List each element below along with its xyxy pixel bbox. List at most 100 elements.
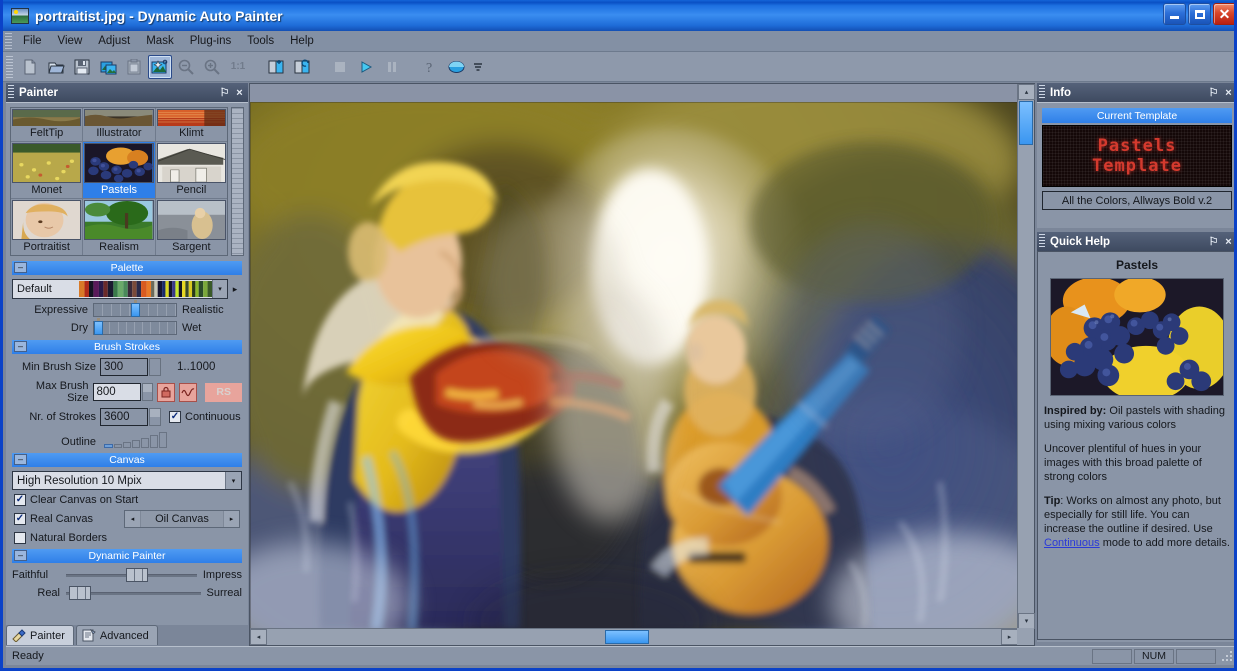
canvas-type-prev-button[interactable]: ◂ [125,511,140,527]
canvas-horizontal-scrollbar[interactable]: ◂ ▸ [250,628,1018,645]
menu-mask[interactable]: Mask [138,33,181,49]
dry-slider-thumb[interactable] [94,321,103,335]
scroll-down-button[interactable]: ▾ [1018,613,1035,629]
continuous-checkbox-row[interactable]: ✓ Continuous [169,411,241,423]
zoom-in-button[interactable] [200,55,224,79]
quick-help-drag-grip[interactable] [1039,234,1045,249]
canvas-resolution-combobox[interactable]: High Resolution 10 Mpix ▾ [12,471,242,490]
real-surreal-slider[interactable] [66,592,201,595]
template-item-pastels[interactable]: Pastels [83,142,154,198]
menu-adjust[interactable]: Adjust [90,33,138,49]
canvas-viewport[interactable] [250,84,1018,629]
max-brush-size-input[interactable] [93,383,141,401]
window-resize-grip[interactable] [1221,649,1235,663]
faithful-slider-thumb[interactable] [126,568,148,582]
quick-help-close-icon[interactable]: × [1222,234,1235,249]
new-file-button[interactable] [18,55,42,79]
palette-next-button[interactable]: ▸ [228,284,242,295]
play-button[interactable] [354,55,378,79]
pin-icon[interactable]: ⚐ [218,85,231,100]
menu-drag-grip[interactable] [5,33,12,50]
toolbar-drag-grip[interactable] [6,56,13,78]
outline-step[interactable] [141,438,149,448]
palette-collapse-button[interactable]: – [14,262,27,273]
number-of-strokes-input[interactable] [100,408,148,426]
open-file-button[interactable] [44,55,68,79]
template-item-realism[interactable]: Realism [83,199,154,255]
panel-close-icon[interactable]: × [233,85,246,100]
canvas-vertical-scrollbar[interactable]: ▴ ▾ [1017,84,1034,629]
template-item-pencil[interactable]: Pencil [156,142,227,198]
dry-wet-slider[interactable] [93,321,177,335]
palette-section-header[interactable]: – Palette [12,261,242,275]
save-file-button[interactable] [70,55,94,79]
palette-dropdown-arrow[interactable]: ▾ [212,280,227,298]
canvas-type-next-button[interactable]: ▸ [224,511,239,527]
min-brush-size-spinner[interactable] [149,358,161,376]
menu-plugins[interactable]: Plug-ins [182,33,240,49]
outline-step[interactable] [123,442,131,448]
dynamic-painter-section-header[interactable]: – Dynamic Painter [12,549,242,563]
palette-combobox[interactable]: Default [12,279,228,299]
continuous-help-link[interactable]: Continuous [1044,537,1100,549]
quick-help-pin-icon[interactable]: ⚐ [1207,234,1220,249]
max-brush-size-spinner[interactable] [142,383,153,401]
zoom-out-button[interactable] [174,55,198,79]
panel-drag-grip[interactable] [8,85,14,100]
clear-canvas-row[interactable]: ✓ Clear Canvas on Start [14,494,240,506]
real-slider-thumb[interactable] [69,586,91,600]
auto-paint-button[interactable] [148,55,172,79]
pause-button[interactable] [380,55,404,79]
canvas-collapse-button[interactable]: – [14,454,27,465]
brush-variation-button[interactable] [179,383,197,402]
menu-file[interactable]: File [15,33,50,49]
scroll-left-button[interactable]: ◂ [250,629,267,645]
info-pin-icon[interactable]: ⚐ [1207,85,1220,100]
template-item-sargent[interactable]: Sargent [156,199,227,255]
continuous-checkbox[interactable]: ✓ [169,411,181,423]
outline-step[interactable] [132,440,140,448]
expressive-slider-thumb[interactable] [131,303,140,317]
tab-advanced[interactable]: Advanced [76,625,158,645]
faithful-impress-slider[interactable] [66,574,197,577]
scroll-up-button[interactable]: ▴ [1018,84,1035,100]
horizontal-scroll-thumb[interactable] [605,630,649,644]
natural-borders-row[interactable]: ✓ Natural Borders [14,532,240,544]
add-canvas-button[interactable] [264,55,288,79]
menu-help[interactable]: Help [282,33,322,49]
menu-view[interactable]: View [50,33,91,49]
outline-step-slider[interactable] [104,432,168,448]
template-item-illustrator[interactable]: Illustrator [83,108,154,141]
toolbar-overflow-button[interactable] [473,61,483,73]
lock-brush-ratio-button[interactable] [157,383,175,402]
painting-canvas-image[interactable] [250,102,1018,629]
outline-step[interactable] [150,435,158,448]
brush-collapse-button[interactable]: – [14,341,27,352]
maximize-button[interactable] [1188,3,1211,25]
template-item-felttip[interactable]: FeltTip [11,108,82,141]
rs-button[interactable]: RS [205,383,242,402]
minimize-button[interactable] [1163,3,1186,25]
restore-canvas-button[interactable] [290,55,314,79]
clear-canvas-checkbox[interactable]: ✓ [14,494,26,506]
scroll-right-button[interactable]: ▸ [1001,629,1018,645]
outline-step[interactable] [114,444,122,448]
template-gallery-scrollbar[interactable] [231,107,244,256]
canvas-type-selector[interactable]: ◂ Oil Canvas ▸ [124,510,240,528]
about-button[interactable] [444,55,468,79]
save-as-image-button[interactable] [96,55,120,79]
template-item-monet[interactable]: Monet [11,142,82,198]
natural-borders-checkbox[interactable]: ✓ [14,532,26,544]
stop-button[interactable] [328,55,352,79]
template-item-klimt[interactable]: Klimt [156,108,227,141]
close-button[interactable]: ✕ [1213,3,1236,25]
info-close-icon[interactable]: × [1222,85,1235,100]
template-item-portraitist[interactable]: Portraitist [11,199,82,255]
paste-button[interactable] [122,55,146,79]
min-brush-size-input[interactable] [100,358,148,376]
info-panel-drag-grip[interactable] [1039,85,1045,100]
expressive-realistic-slider[interactable] [93,303,177,317]
tab-painter[interactable]: Painter [6,625,74,645]
help-button[interactable]: ? [418,55,442,79]
vertical-scroll-thumb[interactable] [1019,101,1033,145]
